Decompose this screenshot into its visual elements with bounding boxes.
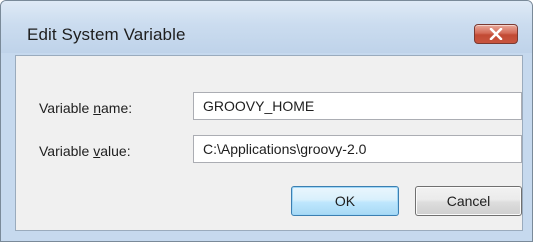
variable-name-label: Variable name: — [39, 100, 133, 116]
variable-value-input[interactable] — [193, 135, 522, 163]
dialog-body: Variable name: Variable value: OK Cancel — [15, 55, 523, 231]
close-button[interactable] — [474, 24, 518, 44]
edit-system-variable-dialog: Edit System Variable Variable name: Vari… — [0, 0, 533, 242]
variable-value-label: Variable value: — [39, 143, 131, 159]
dialog-title: Edit System Variable — [27, 25, 186, 44]
close-icon — [489, 28, 503, 40]
cancel-button[interactable]: Cancel — [415, 186, 522, 216]
ok-button[interactable]: OK — [291, 186, 399, 216]
title-bar[interactable]: Edit System Variable — [1, 1, 532, 53]
variable-name-input[interactable] — [193, 92, 522, 120]
